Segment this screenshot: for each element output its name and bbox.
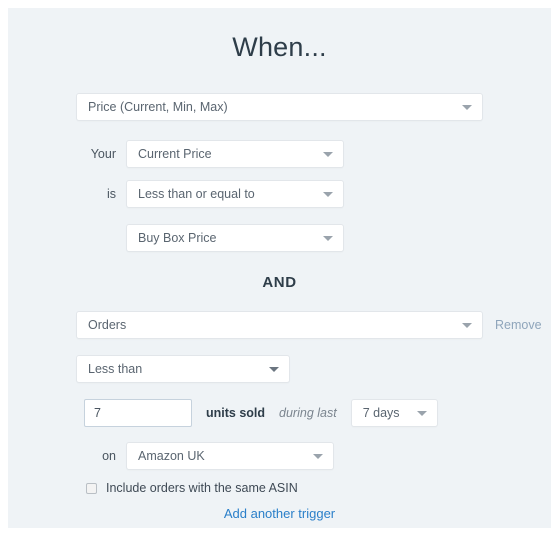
trigger-builder-panel: When... Price (Current, Min, Max) Your C… (8, 8, 551, 528)
orders-marketplace-select[interactable]: Amazon UK (126, 442, 334, 470)
orders-trigger-type-select[interactable]: Orders (76, 311, 483, 339)
chevron-down-icon (416, 411, 427, 416)
orders-comparator-value: Less than (88, 362, 143, 376)
same-asin-checkbox[interactable] (86, 482, 97, 494)
units-sold-label: units sold (206, 406, 266, 420)
page-title: When... (232, 32, 327, 62)
price-trigger-type-row: Price (Current, Min, Max) (76, 93, 491, 121)
price-trigger-type-value: Price (Current, Min, Max) (88, 100, 228, 114)
on-label: on (102, 449, 116, 463)
orders-quantity-row: units sold during last 7 days (84, 399, 438, 427)
price-metric-value: Current Price (138, 147, 212, 161)
price-comparator-select[interactable]: Less than or equal to (126, 180, 344, 208)
price-target-row: Buy Box Price (78, 224, 344, 252)
price-trigger-type-select[interactable]: Price (Current, Min, Max) (76, 93, 483, 121)
orders-comparator-select[interactable]: Less than (76, 355, 290, 383)
orders-comparator-row: Less than (76, 355, 290, 383)
remove-trigger-link[interactable]: Remove (495, 318, 542, 332)
orders-period-value: 7 days (362, 406, 400, 420)
chevron-down-icon (313, 454, 323, 459)
orders-marketplace-value: Amazon UK (138, 449, 205, 463)
price-comparator-row: is Less than or equal to (78, 180, 344, 208)
chevron-down-icon (323, 192, 333, 197)
is-label: is (106, 187, 116, 201)
price-comparator-value: Less than or equal to (138, 187, 255, 201)
chevron-down-icon (269, 367, 279, 372)
orders-period-select[interactable]: 7 days (350, 399, 438, 427)
and-divider: AND (8, 271, 551, 293)
chevron-down-icon (462, 105, 472, 110)
chevron-down-icon (323, 152, 333, 157)
orders-trigger-type-row: Orders Remove (76, 311, 542, 339)
add-another-trigger-link[interactable]: Add another trigger (8, 506, 551, 521)
during-last-label: during last (279, 406, 337, 420)
orders-quantity-input[interactable] (84, 399, 192, 427)
price-metric-select[interactable]: Current Price (126, 140, 344, 168)
chevron-down-icon (462, 323, 472, 328)
orders-marketplace-row: on Amazon UK (78, 442, 334, 470)
same-asin-label: Include orders with the same ASIN (106, 481, 298, 495)
price-metric-row: Your Current Price (78, 140, 344, 168)
price-target-select[interactable]: Buy Box Price (126, 224, 344, 252)
orders-trigger-type-value: Orders (88, 318, 127, 332)
price-target-value: Buy Box Price (138, 231, 217, 245)
chevron-down-icon (323, 236, 333, 241)
your-label: Your (90, 147, 116, 161)
and-label: AND (262, 274, 297, 291)
same-asin-row[interactable]: Include orders with the same ASIN (86, 481, 298, 495)
